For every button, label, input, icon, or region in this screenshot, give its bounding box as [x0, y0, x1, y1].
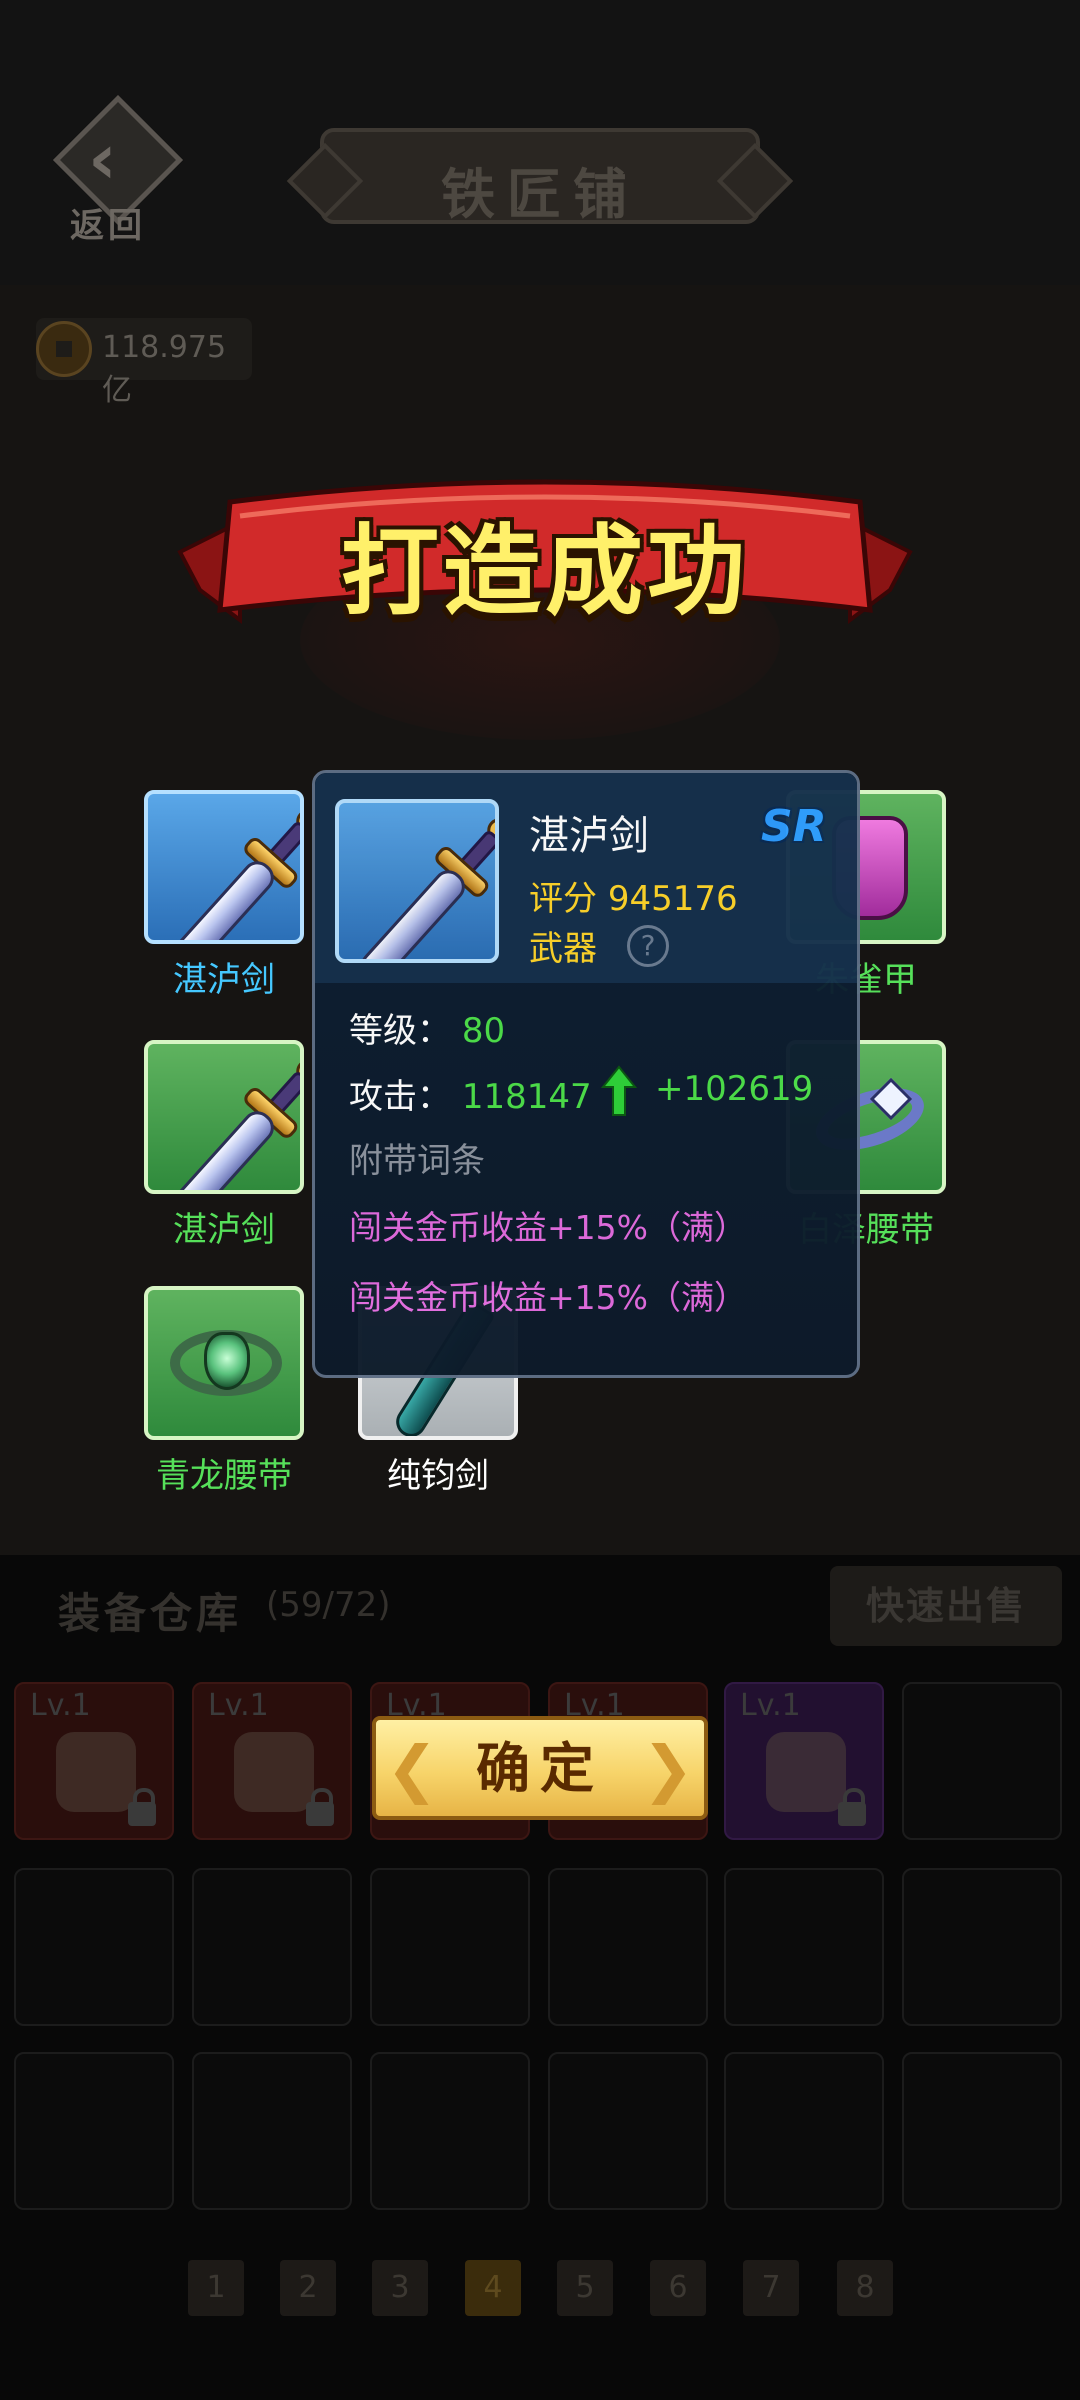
result-item[interactable]: 湛泸剑 — [144, 1040, 304, 1251]
chevron-right-icon: ❯ — [642, 1732, 694, 1805]
warehouse-slot[interactable]: Lv.1 — [14, 1682, 174, 1840]
level-value: 80 — [461, 1011, 506, 1051]
item-frame — [144, 1040, 304, 1194]
warehouse-title: 装备仓库 — [58, 1589, 243, 1638]
page-title: 铁匠铺 — [441, 162, 639, 226]
score-line: 评分 945176 — [529, 871, 738, 920]
quick-sell-label: 快速出售 — [865, 1583, 1026, 1628]
confirm-button[interactable]: ❮ 确定 ❯ — [372, 1716, 708, 1820]
score-label: 评分 — [529, 879, 597, 919]
quick-sell-button[interactable]: 快速出售 — [830, 1566, 1062, 1646]
attack-gain: +102619 — [655, 1069, 814, 1109]
level-row: 等级： 80 — [349, 1003, 505, 1052]
item-name: 湛泸剑 — [173, 1210, 275, 1250]
page-button[interactable]: 7 — [743, 2260, 799, 2316]
item-type: 武器 — [529, 929, 597, 969]
page-title-plate: 铁匠铺 — [320, 128, 760, 226]
page-button[interactable]: 1 — [188, 2260, 244, 2316]
warehouse-slot-empty[interactable] — [724, 2052, 884, 2210]
rarity-badge: SR — [761, 801, 827, 852]
popup-item-icon — [335, 799, 499, 963]
chevron-left-icon: ❮ — [386, 1732, 438, 1805]
warehouse-slot-empty[interactable] — [548, 1868, 708, 2026]
page-button[interactable]: 3 — [372, 2260, 428, 2316]
sword-icon — [148, 1044, 300, 1190]
warehouse-count: (59/72) — [266, 1585, 391, 1625]
affix-line: 闯关金币收益+15%（满） — [349, 1278, 747, 1317]
sword-icon — [766, 1732, 846, 1812]
warehouse-slot-empty[interactable] — [724, 1868, 884, 2026]
score-value: 945176 — [607, 879, 738, 919]
success-title: 打造成功 — [340, 514, 749, 629]
slot-level: Lv.1 — [208, 1688, 269, 1723]
currency-amount: 118.975亿 — [102, 330, 227, 408]
lock-icon — [128, 1788, 156, 1826]
result-item[interactable]: 湛泸剑 — [144, 790, 304, 1001]
warehouse-slot-empty[interactable] — [192, 1868, 352, 2026]
back-button[interactable]: ‹ 返回 — [44, 94, 194, 250]
slot-level: Lv.1 — [30, 1688, 91, 1723]
result-item[interactable]: 青龙腰带 — [144, 1286, 304, 1497]
help-icon[interactable]: ? — [627, 925, 669, 967]
success-banner: 打造成功 — [170, 470, 920, 640]
warehouse-slot-empty[interactable] — [548, 2052, 708, 2210]
page-button-active[interactable]: 4 — [465, 2260, 521, 2316]
page-button[interactable]: 5 — [557, 2260, 613, 2316]
item-name: 纯钧剑 — [387, 1456, 489, 1496]
popup-item-name: 湛泸剑 — [529, 813, 649, 859]
sword-icon — [339, 803, 495, 959]
warehouse-slot-empty[interactable] — [370, 1868, 530, 2026]
affix-line: 闯关金币收益+15%（满） — [349, 1208, 747, 1247]
currency-display: 118.975亿 — [36, 318, 252, 408]
item-name: 青龙腰带 — [156, 1456, 292, 1496]
coin-icon — [36, 321, 92, 377]
warehouse-slot-empty[interactable] — [192, 2052, 352, 2210]
sword-icon — [148, 794, 300, 940]
page-button[interactable]: 8 — [837, 2260, 893, 2316]
page-button[interactable]: 2 — [280, 2260, 336, 2316]
item-name: 湛泸剑 — [173, 960, 275, 1000]
warehouse-slot[interactable]: Lv.1 — [724, 1682, 884, 1840]
warehouse-slot-empty[interactable] — [370, 2052, 530, 2210]
affix-title: 附带词条 — [349, 1141, 485, 1181]
attack-row: 攻击： 118147 — [349, 1069, 592, 1118]
armor-icon — [56, 1732, 136, 1812]
back-arrow-icon: ‹ — [88, 118, 117, 200]
item-detail-popup: 湛泸剑 SR 评分 945176 武器 ? 等级： 80 攻击： 118147 … — [312, 770, 860, 1378]
level-label: 等级： — [349, 1011, 451, 1051]
item-frame — [335, 799, 499, 963]
belt-icon — [234, 1732, 314, 1812]
warehouse-slot-empty[interactable] — [14, 1868, 174, 2026]
warehouse-slot-empty[interactable] — [14, 2052, 174, 2210]
increase-arrow-icon — [601, 1065, 637, 1116]
warehouse-slot[interactable]: Lv.1 — [192, 1682, 352, 1840]
attack-value: 118147 — [461, 1077, 592, 1117]
lock-icon — [838, 1788, 866, 1826]
back-label: 返回 — [70, 206, 146, 246]
warehouse-slot-empty[interactable] — [902, 1682, 1062, 1840]
warehouse-slot-empty[interactable] — [902, 2052, 1062, 2210]
warehouse-slot-empty[interactable] — [902, 1868, 1062, 2026]
slot-level: Lv.1 — [740, 1688, 801, 1723]
lock-icon — [306, 1788, 334, 1826]
attack-label: 攻击： — [349, 1077, 451, 1117]
dragon-gem-icon — [204, 1332, 250, 1390]
item-frame — [144, 1286, 304, 1440]
page-button[interactable]: 6 — [650, 2260, 706, 2316]
item-frame — [144, 790, 304, 944]
